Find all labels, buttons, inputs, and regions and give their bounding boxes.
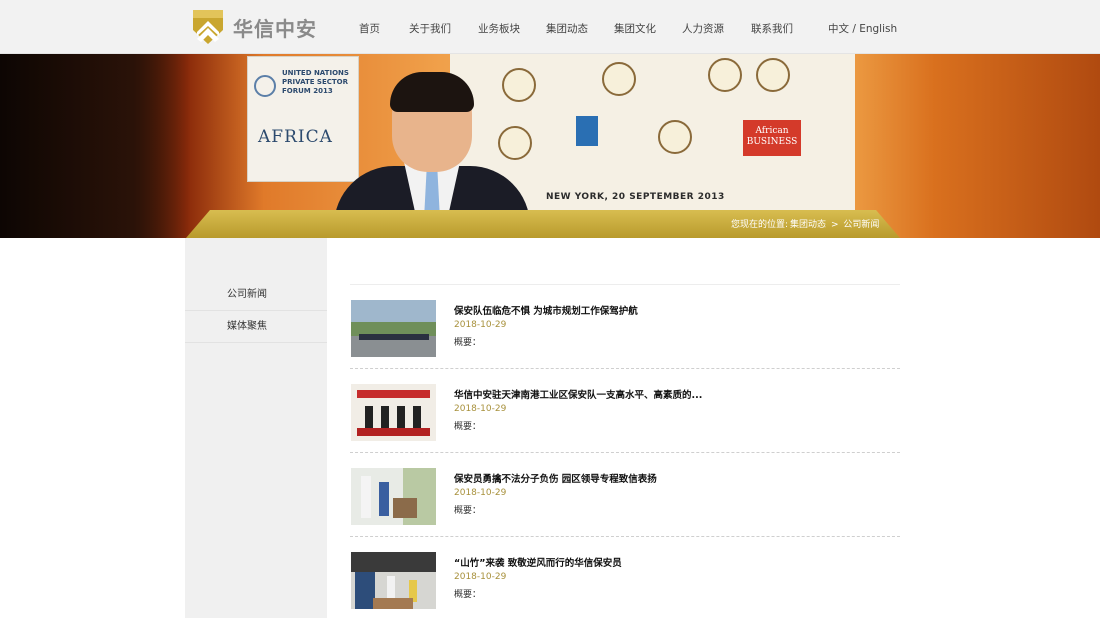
list-item[interactable]: 华信中安驻天津南港工业区保安队一支高水平、高素质的... 2018-10-29 … <box>350 369 900 453</box>
news-title[interactable]: 华信中安驻天津南港工业区保安队一支高水平、高素质的... <box>454 387 702 401</box>
news-date: 2018-10-29 <box>454 404 507 414</box>
hair <box>390 72 474 112</box>
news-thumbnail[interactable] <box>351 552 436 609</box>
news-date: 2018-10-29 <box>454 320 507 330</box>
site-header: 华信中安 首页 关于我们 业务板块 集团动态 集团文化 人力资源 联系我们 中文… <box>0 0 1100 54</box>
sidebar: 公司新闻 媒体聚焦 <box>185 238 327 618</box>
list-item[interactable]: 保安员勇擒不法分子负伤 园区领导专程致信表扬 2018-10-29 概要： <box>350 453 900 537</box>
africa-logo-icon <box>602 62 636 96</box>
news-summary: 概要： <box>454 506 482 516</box>
breadcrumb-level1[interactable]: 集团动态 <box>790 220 826 230</box>
logo[interactable]: 华信中安 <box>191 7 317 47</box>
nav-contact[interactable]: 联系我们 <box>751 21 793 36</box>
un-emblem-icon <box>254 75 276 97</box>
nav-business[interactable]: 业务板块 <box>478 21 520 36</box>
adb-logo-2-icon <box>756 58 790 92</box>
sidebar-item-media-focus[interactable]: 媒体聚焦 <box>185 311 327 343</box>
banner-image: UNITED NATIONS PRIVATE SECTOR FORUM 2013… <box>0 54 1100 238</box>
nav-home[interactable]: 首页 <box>359 21 380 36</box>
nav-culture[interactable]: 集团文化 <box>614 21 656 36</box>
undp-logo-icon <box>576 116 598 146</box>
news-thumbnail[interactable] <box>351 384 436 441</box>
news-title[interactable]: 保安员勇擒不法分子负伤 园区领导专程致信表扬 <box>454 471 657 485</box>
breadcrumb-level2[interactable]: 公司新闻 <box>843 220 879 230</box>
breadcrumb: 您现在的位置: 集团动态 > 公司新闻 <box>731 217 881 230</box>
african-business-logo: African BUSINESS <box>743 120 801 156</box>
news-summary: 概要： <box>454 590 482 600</box>
news-summary: 概要： <box>454 338 482 348</box>
news-date: 2018-10-29 <box>454 488 507 498</box>
language-switch[interactable]: 中文 / English <box>828 21 897 36</box>
nav-hr[interactable]: 人力资源 <box>682 21 724 36</box>
shield-logo-icon <box>193 10 223 44</box>
news-list: 保安队伍临危不惧 为城市规划工作保驾护航 2018-10-29 概要： 华信中安… <box>350 284 900 609</box>
banner-shadow <box>0 54 190 238</box>
nav-news[interactable]: 集团动态 <box>546 21 588 36</box>
list-item[interactable]: “山竹”来袭 致敬逆风而行的华信保安员 2018-10-29 概要： <box>350 537 900 618</box>
poster-africa: AFRICA <box>258 127 333 147</box>
breadcrumb-separator: > <box>830 220 839 230</box>
news-summary: 概要： <box>454 422 482 432</box>
news-title[interactable]: “山竹”来袭 致敬逆风而行的华信保安员 <box>454 555 622 569</box>
list-item[interactable]: 保安队伍临危不惧 为城市规划工作保驾护航 2018-10-29 概要： <box>350 285 900 369</box>
sidebar-item-company-news[interactable]: 公司新闻 <box>185 279 327 311</box>
unesco-logo-icon <box>658 120 692 154</box>
breadcrumb-prefix: 您现在的位置: <box>731 220 789 230</box>
logo-text: 华信中安 <box>233 16 317 41</box>
nav-about[interactable]: 关于我们 <box>409 21 451 36</box>
backdrop-caption: NEW YORK, 20 SEPTEMBER 2013 <box>546 192 725 202</box>
news-title[interactable]: 保安队伍临危不惧 为城市规划工作保驾护航 <box>454 303 638 317</box>
news-thumbnail[interactable] <box>351 468 436 525</box>
news-thumbnail[interactable] <box>351 300 436 357</box>
adb-logo-icon <box>708 58 742 92</box>
news-date: 2018-10-29 <box>454 572 507 582</box>
